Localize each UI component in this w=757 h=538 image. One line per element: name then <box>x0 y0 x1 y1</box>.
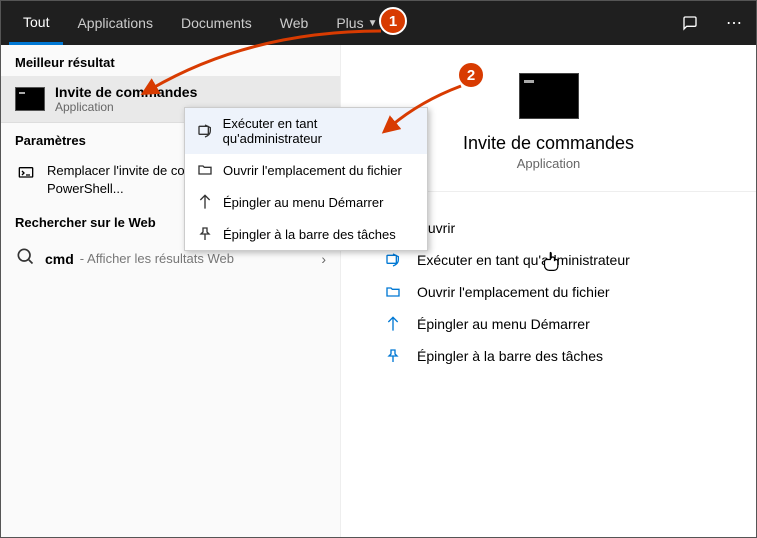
pin-start-icon <box>381 316 405 332</box>
best-result-subtitle: Application <box>55 100 197 114</box>
cmd-large-icon <box>519 73 579 119</box>
context-menu: Exécuter en tant qu'administrateur Ouvri… <box>184 107 428 251</box>
best-result-title: Invite de commandes <box>55 84 197 100</box>
ctx-label: Exécuter en tant qu'administrateur <box>223 116 417 146</box>
action-pin-taskbar[interactable]: Épingler à la barre des tâches <box>381 340 716 372</box>
annotation-badge-2: 2 <box>457 61 485 89</box>
cmd-thumbnail-icon <box>15 87 45 111</box>
ctx-label: Ouvrir l'emplacement du fichier <box>223 163 402 178</box>
cursor-icon <box>542 251 562 278</box>
search-icon <box>15 246 35 271</box>
ctx-run-admin[interactable]: Exécuter en tant qu'administrateur <box>185 108 427 154</box>
tab-documents[interactable]: Documents <box>167 1 266 45</box>
ctx-label: Épingler à la barre des tâches <box>223 227 396 242</box>
pin-taskbar-icon <box>381 348 405 364</box>
ctx-pin-start[interactable]: Épingler au menu Démarrer <box>185 186 427 218</box>
chevron-down-icon: ▼ <box>368 18 378 29</box>
ctx-pin-taskbar[interactable]: Épingler à la barre des tâches <box>185 218 427 250</box>
best-result-label: Meilleur résultat <box>1 45 340 76</box>
admin-icon <box>381 252 405 268</box>
ctx-label: Épingler au menu Démarrer <box>223 195 383 210</box>
details-title: Invite de commandes <box>463 133 634 154</box>
tab-web[interactable]: Web <box>266 1 323 45</box>
web-suffix-text: - Afficher les résultats Web <box>80 251 234 266</box>
action-label: Épingler au menu Démarrer <box>417 316 590 332</box>
folder-icon <box>381 284 405 300</box>
web-query-text: cmd <box>45 251 74 267</box>
tab-more-label: Plus <box>336 15 363 31</box>
folder-icon <box>195 162 215 178</box>
chevron-right-icon: › <box>321 251 326 267</box>
tab-all[interactable]: Tout <box>9 1 63 45</box>
details-subtitle: Application <box>517 156 581 171</box>
ctx-open-location[interactable]: Ouvrir l'emplacement du fichier <box>185 154 427 186</box>
action-label: Épingler à la barre des tâches <box>417 348 603 364</box>
terminal-icon <box>15 162 37 184</box>
action-open-location[interactable]: Ouvrir l'emplacement du fichier <box>381 276 716 308</box>
feedback-icon[interactable] <box>668 1 712 45</box>
pin-taskbar-icon <box>195 226 215 242</box>
action-open[interactable]: Ouvrir <box>381 212 716 244</box>
action-pin-start[interactable]: Épingler au menu Démarrer <box>381 308 716 340</box>
annotation-badge-1: 1 <box>379 7 407 35</box>
action-label: Ouvrir l'emplacement du fichier <box>417 284 610 300</box>
tab-applications[interactable]: Applications <box>63 1 167 45</box>
action-label: Exécuter en tant qu'administrateur <box>417 252 630 268</box>
pin-start-icon <box>195 194 215 210</box>
admin-icon <box>195 123 215 139</box>
more-options-icon[interactable]: ⋯ <box>712 1 756 45</box>
